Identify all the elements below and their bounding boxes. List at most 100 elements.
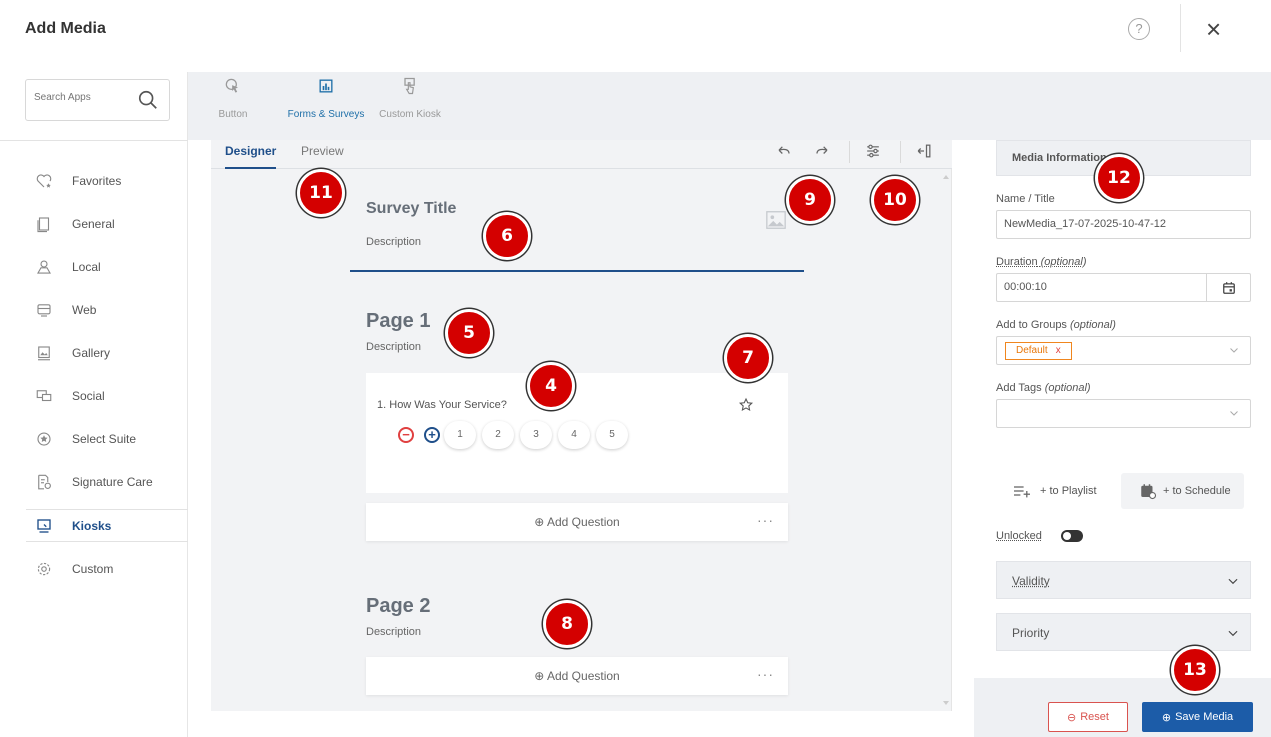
priority-accordion[interactable]: Priority <box>996 613 1251 651</box>
app-tab-button[interactable]: Button <box>210 72 256 140</box>
more-options-icon[interactable]: ··· <box>757 666 774 682</box>
star-circle-icon <box>34 429 54 449</box>
search-box[interactable] <box>25 79 170 121</box>
star-icon[interactable] <box>738 397 754 413</box>
tab-designer[interactable]: Designer <box>225 144 277 169</box>
sidebar-item-gallery[interactable]: Gallery <box>26 336 188 369</box>
app-tab-label: Custom Kiosk <box>379 109 441 120</box>
scrollbar[interactable] <box>943 175 949 705</box>
rating-option[interactable]: 2 <box>482 421 514 449</box>
app-tab-label: Button <box>218 109 248 120</box>
sidebar-item-local[interactable]: Local <box>26 250 188 283</box>
annotation-marker: 12 <box>1095 154 1143 202</box>
map-pin-icon <box>34 257 54 277</box>
add-question-card[interactable]: ⊕ Add Question ··· <box>366 657 788 695</box>
image-icon[interactable] <box>765 209 787 231</box>
add-to-playlist-button[interactable]: + to Playlist <box>1012 473 1097 509</box>
page-description[interactable]: Description <box>366 341 421 353</box>
search-icon[interactable] <box>137 89 159 111</box>
page-title[interactable]: Page 1 <box>366 310 430 333</box>
add-to-schedule-button[interactable]: + to Schedule <box>1121 473 1244 509</box>
undo-icon[interactable] <box>774 141 794 161</box>
close-button[interactable]: × <box>1206 16 1221 42</box>
group-chip[interactable]: Default x <box>1005 342 1072 360</box>
page-title[interactable]: Page 2 <box>366 595 430 618</box>
kiosk-touch-icon <box>404 77 415 95</box>
annotation-marker: 6 <box>483 212 531 260</box>
duration-field[interactable]: 00:00:10 <box>996 273 1251 302</box>
save-media-button[interactable]: ⊕ Save Media <box>1142 702 1253 732</box>
sidebar-item-label: Local <box>72 259 101 274</box>
gear-icon <box>34 559 54 579</box>
app-tab-label: Forms & Surveys <box>287 109 365 120</box>
priority-label: Priority <box>1012 626 1050 640</box>
annotation-marker: 11 <box>297 169 345 217</box>
add-question-label: Add Question <box>547 515 620 529</box>
name-field[interactable]: NewMedia_17-07-2025-10-47-12 <box>996 210 1251 239</box>
question-number: 1. <box>377 399 387 411</box>
validity-label: Validity <box>1012 574 1050 588</box>
sidebar-item-social[interactable]: Social <box>26 379 188 412</box>
collapse-panel-icon[interactable] <box>914 141 934 161</box>
question-text[interactable]: 1. How Was Your Service? <box>377 399 507 411</box>
left-sidebar: Favorites General Local Web Gallery Soci… <box>0 72 188 737</box>
footer-bar: ⊖ Reset ⊕ Save Media <box>974 678 1271 737</box>
sidebar-item-label: Gallery <box>72 345 111 360</box>
rating-option[interactable]: 3 <box>520 421 552 449</box>
page-description[interactable]: Description <box>366 626 421 638</box>
reset-button[interactable]: ⊖ Reset <box>1048 702 1128 732</box>
validity-accordion[interactable]: Validity <box>996 561 1251 599</box>
sidebar-item-web[interactable]: Web <box>26 293 188 326</box>
schedule-label: + to Schedule <box>1163 485 1231 497</box>
more-options-icon[interactable]: ··· <box>757 512 774 528</box>
app-tab-custom-kiosk[interactable]: Custom Kiosk <box>375 72 445 140</box>
duration-value: 00:00:10 <box>1004 281 1047 293</box>
groups-label: Add to Groups (optional) <box>996 319 1116 331</box>
survey-description[interactable]: Description <box>366 236 421 248</box>
question-card[interactable]: 1. How Was Your Service? − + 1 2 3 4 5 <box>366 373 788 493</box>
toolbar-separator <box>900 141 901 163</box>
name-label: Name / Title <box>996 193 1055 205</box>
rating-option[interactable]: 1 <box>444 421 476 449</box>
tags-select[interactable] <box>996 399 1251 428</box>
remove-rating-button[interactable]: − <box>398 427 414 443</box>
header-divider <box>1180 4 1181 52</box>
sidebar-item-label: Select Suite <box>72 431 137 446</box>
rating-option[interactable]: 4 <box>558 421 590 449</box>
sidebar-item-label: Web <box>72 302 97 317</box>
annotation-marker: 10 <box>871 176 919 224</box>
sidebar-item-label: Custom <box>72 561 114 576</box>
groups-select[interactable]: Default x <box>996 336 1251 365</box>
sidebar-item-select-suite[interactable]: Select Suite <box>26 422 188 455</box>
add-question-button[interactable]: ⊕ Add Question <box>366 669 788 683</box>
sidebar-item-label: General <box>72 216 115 231</box>
chip-remove-icon[interactable]: x <box>1056 345 1061 356</box>
search-input[interactable] <box>34 92 134 103</box>
redo-icon[interactable] <box>812 141 832 161</box>
add-question-button[interactable]: ⊕ Add Question <box>366 515 788 529</box>
tags-label: Add Tags (optional) <box>996 382 1091 394</box>
help-icon[interactable]: ? <box>1128 18 1150 40</box>
media-info-panel: Media Information Name / Title NewMedia_… <box>974 140 1271 737</box>
question-label: How Was Your Service? <box>389 399 507 411</box>
add-rating-button[interactable]: + <box>424 427 440 443</box>
sidebar-item-kiosks[interactable]: Kiosks <box>26 509 188 542</box>
add-question-card[interactable]: ⊕ Add Question ··· <box>366 503 788 541</box>
sidebar-item-signature-care[interactable]: Signature Care <box>26 465 188 498</box>
sidebar-item-general[interactable]: General <box>26 207 188 240</box>
annotation-marker: 8 <box>543 600 591 648</box>
reset-label: Reset <box>1080 711 1109 723</box>
tab-preview[interactable]: Preview <box>301 144 344 169</box>
chevron-down-icon <box>1228 578 1238 585</box>
calendar-button[interactable] <box>1206 273 1250 302</box>
survey-title[interactable]: Survey Title <box>366 200 456 218</box>
sidebar-item-label: Favorites <box>72 173 122 188</box>
chart-icon <box>319 79 333 93</box>
dialog-title: Add Media <box>25 20 106 37</box>
settings-sliders-icon[interactable] <box>863 141 883 161</box>
unlocked-toggle[interactable] <box>1061 530 1083 542</box>
sidebar-item-favorites[interactable]: Favorites <box>26 164 188 197</box>
rating-option[interactable]: 5 <box>596 421 628 449</box>
sidebar-item-custom[interactable]: Custom <box>26 552 188 585</box>
app-tab-forms-surveys[interactable]: Forms & Surveys <box>282 72 370 140</box>
